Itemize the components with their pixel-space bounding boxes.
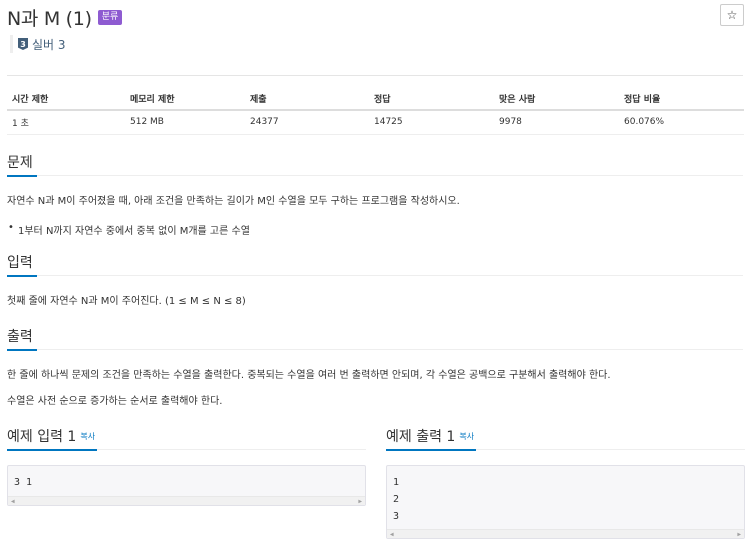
- input-section-header: 입력: [7, 252, 743, 277]
- scroll-right-icon[interactable]: ▶: [737, 530, 741, 539]
- category-badge[interactable]: 분류: [97, 9, 123, 25]
- description-text: 자연수 N과 M이 주어졌을 때, 아래 조건을 만족하는 길이가 M인 수열을…: [7, 196, 460, 207]
- input-text: 첫째 줄에 자연수 N과 M이 주어진다. (1 ≤ M ≤ N ≤ 8): [7, 296, 246, 307]
- input-heading: 입력: [7, 253, 37, 277]
- example-output-line: 2: [393, 494, 400, 505]
- example-output-box[interactable]: 1 2 3 ◀ ▶: [386, 465, 745, 539]
- cell-solved-users: 9978: [494, 110, 619, 135]
- example-output-title: 예제 출력 1: [386, 429, 456, 445]
- example-output-heading: 예제 출력 1 복사: [386, 427, 477, 451]
- header-time-limit: 시간 제한: [7, 88, 125, 111]
- cell-memory-limit: 512 MB: [125, 110, 245, 135]
- tier-indicator[interactable]: 3 실버 3: [10, 35, 66, 53]
- star-icon: ☆: [726, 8, 738, 22]
- cell-time-limit: 1 초: [7, 110, 125, 135]
- output-heading: 출력: [7, 327, 37, 351]
- example-output-content: 1 2 3: [387, 466, 744, 525]
- example-output-header: 예제 출력 1 복사: [386, 426, 745, 451]
- problem-title-row: N과 M (1) 분류: [7, 4, 123, 30]
- scroll-left-icon[interactable]: ◀: [390, 530, 394, 539]
- output-text-2: 수열은 사전 순으로 증가하는 순서로 출력해야 한다.: [7, 396, 223, 407]
- table-row: 1 초 512 MB 24377 14725 9978 60.076%: [7, 110, 744, 135]
- header-accepted: 정답: [369, 88, 494, 111]
- cell-submissions: 24377: [245, 110, 369, 135]
- example-input-heading: 예제 입력 1 복사: [7, 427, 98, 451]
- tier-icon: 3: [18, 38, 28, 50]
- example-output-line: 1: [393, 477, 400, 488]
- header-accept-ratio: 정답 비율: [619, 88, 744, 111]
- output-text-1: 한 줄에 하나씩 문제의 조건을 만족하는 수열을 출력한다. 중복되는 수열을…: [7, 370, 611, 381]
- scroll-left-icon[interactable]: ◀: [11, 497, 15, 506]
- header-solved-users: 맞은 사람: [494, 88, 619, 111]
- example-input-line: 3 1: [14, 477, 33, 488]
- divider: [7, 75, 743, 76]
- example-input-title: 예제 입력 1: [7, 429, 77, 445]
- cell-accept-ratio: 60.076%: [619, 110, 744, 135]
- copy-output-link[interactable]: 복사: [459, 432, 474, 441]
- example-input-header: 예제 입력 1 복사: [7, 426, 366, 451]
- page-title: N과 M (1): [7, 7, 92, 30]
- scroll-right-icon[interactable]: ▶: [358, 497, 362, 506]
- tier-label: 실버 3: [32, 37, 66, 52]
- description-section-header: 문제: [7, 152, 743, 177]
- horizontal-scrollbar[interactable]: ◀ ▶: [387, 529, 744, 538]
- header-submissions: 제출: [245, 88, 369, 111]
- output-section-header: 출력: [7, 326, 743, 351]
- problem-info-table: 시간 제한 메모리 제한 제출 정답 맞은 사람 정답 비율 1 초 512 M…: [7, 88, 744, 135]
- example-input-box[interactable]: 3 1 ◀ ▶: [7, 465, 366, 506]
- header-memory-limit: 메모리 제한: [125, 88, 245, 111]
- cell-accepted: 14725: [369, 110, 494, 135]
- horizontal-scrollbar[interactable]: ◀ ▶: [8, 496, 365, 505]
- star-button[interactable]: ☆: [720, 4, 744, 26]
- copy-input-link[interactable]: 복사: [80, 432, 95, 441]
- table-header-row: 시간 제한 메모리 제한 제출 정답 맞은 사람 정답 비율: [7, 88, 744, 111]
- example-output-line: 3: [393, 511, 400, 522]
- description-heading: 문제: [7, 153, 37, 177]
- description-bullet: 1부터 N까지 자연수 중에서 중복 없이 M개를 고른 수열: [8, 222, 250, 237]
- example-input-content: 3 1: [8, 466, 365, 491]
